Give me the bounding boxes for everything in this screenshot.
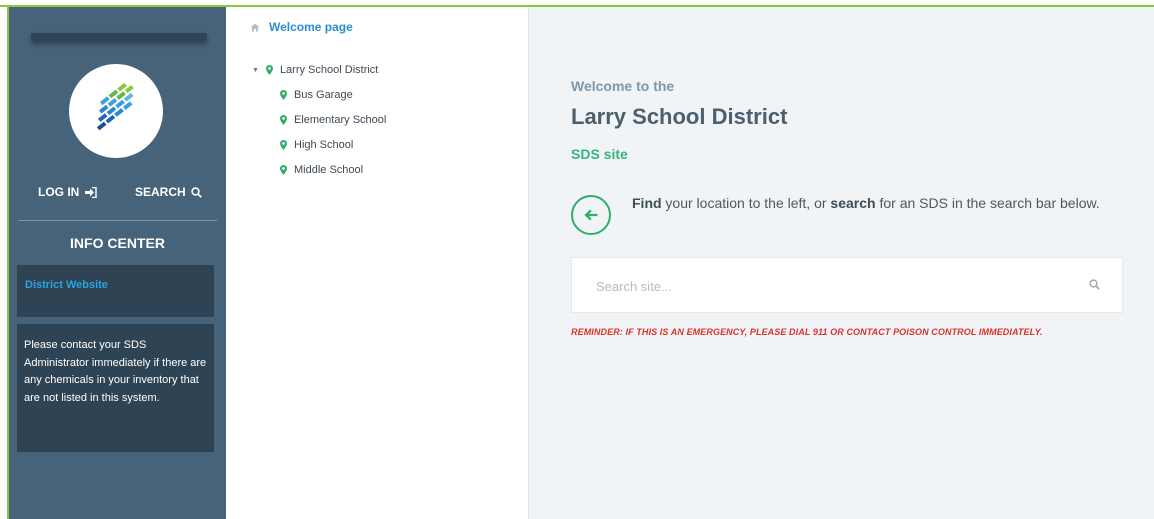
district-website-link[interactable]: District Website [25, 279, 108, 291]
sign-in-icon [85, 186, 98, 198]
sidebar-top-bar [31, 33, 207, 41]
left-accent-line [7, 5, 9, 519]
location-tree-panel: Welcome page ▼ Larry School District Bus… [226, 7, 528, 519]
breadcrumb[interactable]: Welcome page [250, 20, 353, 34]
breadcrumb-welcome-page: Welcome page [269, 20, 353, 34]
district-logo[interactable] [69, 64, 163, 158]
tree-node-label: Bus Garage [294, 89, 353, 101]
auth-row: LOG IN SEARCH [9, 185, 226, 205]
tree-node-label: High School [294, 139, 354, 151]
search-bold: search [830, 195, 876, 211]
search-label: SEARCH [135, 185, 186, 199]
contact-notice-panel: Please contact your SDS Administrator im… [17, 324, 214, 452]
search-icon [190, 186, 202, 198]
home-icon [250, 23, 260, 31]
page-title: Larry School District [571, 104, 788, 129]
site-subtitle: SDS site [571, 146, 628, 162]
tree-node-label: Elementary School [294, 114, 387, 126]
emergency-reminder: REMINDER: IF THIS IS AN EMERGENCY, PLEAS… [571, 327, 1043, 337]
map-marker-icon [265, 65, 273, 75]
login-label: LOG IN [38, 185, 80, 199]
sidebar-divider [18, 220, 217, 221]
tree-node-high-school[interactable]: High School [280, 139, 353, 151]
page-frame: LOG IN SEARCH INFO CENTER District Websi… [0, 0, 1154, 519]
find-middle: your location to the left, or [661, 195, 831, 211]
tree-node-label: Middle School [294, 164, 364, 176]
top-accent-line [0, 5, 1154, 7]
sidebar: LOG IN SEARCH INFO CENTER District Websi… [9, 7, 226, 519]
map-marker-icon [280, 115, 287, 125]
site-search-input[interactable] [594, 275, 1068, 297]
map-marker-icon [280, 140, 287, 150]
login-button[interactable]: LOG IN [38, 185, 98, 199]
tree-node-bus-garage[interactable]: Bus Garage [280, 89, 353, 101]
district-website-panel: District Website [17, 265, 214, 317]
contact-notice-text: Please contact your SDS Administrator im… [24, 339, 207, 404]
main-content: Welcome to the Larry School District SDS… [529, 7, 1154, 519]
map-marker-icon [280, 90, 287, 100]
site-search-box [571, 257, 1123, 313]
tree-node-larry-school-district[interactable]: ▼ Larry School District [252, 64, 378, 76]
map-marker-icon [280, 165, 287, 175]
find-instructions: Find your location to the left, or searc… [632, 196, 1122, 211]
tree-node-elementary-school[interactable]: Elementary School [280, 114, 386, 126]
find-end: for an SDS in the search bar below. [875, 195, 1100, 211]
find-bold: Find [632, 195, 662, 211]
arrow-left-icon [571, 195, 611, 235]
caret-down-icon[interactable]: ▼ [252, 67, 259, 74]
sidebar-search-button[interactable]: SEARCH [135, 185, 202, 199]
info-center-title: INFO CENTER [70, 235, 165, 251]
welcome-prefix: Welcome to the [571, 78, 675, 94]
tree-node-middle-school[interactable]: Middle School [280, 164, 363, 176]
tree-node-label: Larry School District [279, 64, 379, 76]
district-logo-icon [96, 82, 134, 131]
search-icon[interactable] [1089, 279, 1100, 290]
